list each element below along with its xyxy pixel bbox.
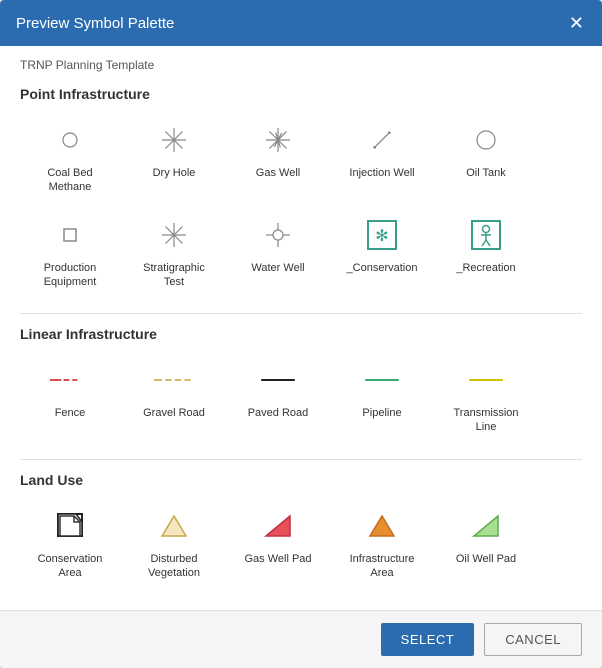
coal-bed-label: Coal BedMethane [47, 166, 92, 195]
linear-symbol-grid: Fence Gravel Road [20, 352, 582, 443]
symbol-oil-tank[interactable]: Oil Tank [436, 112, 536, 203]
symbol-gravel-road[interactable]: Gravel Road [124, 352, 224, 443]
dry-hole-svg [158, 124, 190, 156]
dialog-footer: SELECT CANCEL [0, 610, 602, 668]
oil-well-pad-svg [468, 508, 504, 544]
oil-well-pad-icon [466, 506, 506, 546]
symbol-production[interactable]: ProductionEquipment [20, 207, 120, 298]
strat-icon [154, 215, 194, 255]
symbol-coal-bed[interactable]: Coal BedMethane [20, 112, 120, 203]
conservation-svg: ✻ [365, 218, 399, 252]
symbol-paved-road[interactable]: Paved Road [228, 352, 328, 443]
fence-svg [50, 372, 90, 388]
water-well-label: Water Well [251, 261, 304, 275]
gas-well-icon [258, 120, 298, 160]
injection-well-label: Injection Well [349, 166, 414, 180]
injection-well-svg [366, 124, 398, 156]
linear-divider [20, 313, 582, 314]
symbol-water-well[interactable]: Water Well [228, 207, 328, 298]
symbol-dry-hole[interactable]: Dry Hole [124, 112, 224, 203]
symbol-pipeline[interactable]: Pipeline [332, 352, 432, 443]
pipeline-icon [362, 360, 402, 400]
infra-area-svg [364, 508, 400, 544]
oil-tank-svg [470, 124, 502, 156]
cancel-button[interactable]: CANCEL [484, 623, 582, 656]
coal-bed-svg [54, 124, 86, 156]
strat-label: StratigraphicTest [143, 261, 205, 290]
conservation-area-icon [50, 506, 90, 546]
gas-well-label: Gas Well [256, 166, 300, 180]
svg-text:✻: ✻ [375, 228, 388, 245]
water-well-icon [258, 215, 298, 255]
gravel-road-label: Gravel Road [143, 406, 205, 420]
production-icon [50, 215, 90, 255]
symbol-strat[interactable]: StratigraphicTest [124, 207, 224, 298]
point-symbol-grid: Coal BedMethane Dry Hole [20, 112, 582, 297]
disturbed-veg-icon [154, 506, 194, 546]
fence-label: Fence [55, 406, 86, 420]
conservation-area-svg [52, 508, 88, 544]
symbol-conservation-area[interactable]: ConservationArea [20, 498, 120, 589]
section-title-point: Point Infrastructure [20, 86, 582, 102]
conservation-area-label: ConservationArea [38, 552, 103, 581]
paved-road-label: Paved Road [248, 406, 309, 420]
dialog-title: Preview Symbol Palette [16, 15, 174, 32]
dry-hole-icon [154, 120, 194, 160]
paved-road-svg [258, 372, 298, 388]
fence-icon [50, 360, 90, 400]
dialog-body: TRNP Planning Template Point Infrastruct… [0, 46, 602, 610]
coal-bed-icon [50, 120, 90, 160]
symbol-transmission[interactable]: TransmissionLine [436, 352, 536, 443]
dialog-header: Preview Symbol Palette ✕ [0, 0, 602, 46]
symbol-conservation[interactable]: ✻ _Conservation [332, 207, 432, 298]
gravel-road-svg [154, 372, 194, 388]
symbol-infra-area[interactable]: InfrastructureArea [332, 498, 432, 589]
gravel-road-icon [154, 360, 194, 400]
conservation-icon: ✻ [362, 215, 402, 255]
transmission-icon [466, 360, 506, 400]
symbol-disturbed-veg[interactable]: DisturbedVegetation [124, 498, 224, 589]
symbol-injection-well[interactable]: Injection Well [332, 112, 432, 203]
symbol-gas-well-pad[interactable]: Gas Well Pad [228, 498, 328, 589]
injection-well-icon [362, 120, 402, 160]
gas-well-svg [262, 124, 294, 156]
oil-well-pad-label: Oil Well Pad [456, 552, 516, 566]
transmission-svg [466, 372, 506, 388]
template-label: TRNP Planning Template [20, 58, 582, 72]
recreation-icon [466, 215, 506, 255]
close-button[interactable]: ✕ [567, 14, 586, 32]
disturbed-veg-svg [156, 508, 192, 544]
strat-svg [158, 219, 190, 251]
transmission-label: TransmissionLine [454, 406, 519, 435]
pipeline-svg [362, 372, 402, 388]
land-divider [20, 459, 582, 460]
pipeline-label: Pipeline [362, 406, 401, 420]
gas-well-pad-svg [260, 508, 296, 544]
paved-road-icon [258, 360, 298, 400]
symbol-oil-well-pad[interactable]: Oil Well Pad [436, 498, 536, 589]
recreation-svg [469, 218, 503, 252]
production-label: ProductionEquipment [44, 261, 97, 290]
section-title-land: Land Use [20, 472, 582, 488]
symbol-recreation[interactable]: _Recreation [436, 207, 536, 298]
infra-area-icon [362, 506, 402, 546]
symbol-fence[interactable]: Fence [20, 352, 120, 443]
conservation-label: _Conservation [347, 261, 418, 275]
infra-area-label: InfrastructureArea [350, 552, 415, 581]
disturbed-veg-label: DisturbedVegetation [148, 552, 200, 581]
gas-well-pad-label: Gas Well Pad [244, 552, 311, 566]
section-title-linear: Linear Infrastructure [20, 326, 582, 342]
production-svg [54, 219, 86, 251]
dry-hole-label: Dry Hole [153, 166, 196, 180]
oil-tank-icon [466, 120, 506, 160]
dialog: Preview Symbol Palette ✕ TRNP Planning T… [0, 0, 602, 668]
symbol-gas-well[interactable]: Gas Well [228, 112, 328, 203]
oil-tank-label: Oil Tank [466, 166, 506, 180]
land-symbol-grid: ConservationArea DisturbedVegetation Gas… [20, 498, 582, 589]
recreation-label: _Recreation [456, 261, 515, 275]
gas-well-pad-icon [258, 506, 298, 546]
select-button[interactable]: SELECT [381, 623, 475, 656]
water-well-svg [262, 219, 294, 251]
